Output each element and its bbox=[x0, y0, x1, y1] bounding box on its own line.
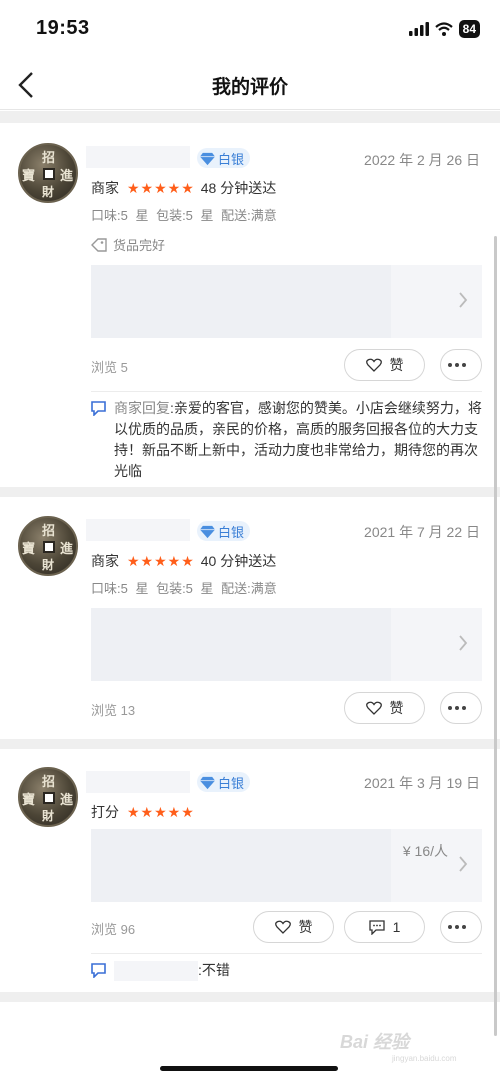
comment-reply: :不错 bbox=[91, 953, 482, 982]
heart-icon bbox=[365, 358, 382, 372]
review-card: 招 進 寶 財 白银 2021 年 3 月 19 日 打分 ★★★★★ ¥ 16… bbox=[0, 749, 500, 992]
watermark: Bai 经验 jingyan.baidu.com bbox=[340, 1028, 456, 1063]
like-label: 赞 bbox=[389, 700, 404, 716]
comment-icon bbox=[368, 919, 385, 935]
avatar[interactable]: 招 進 寶 財 bbox=[18, 767, 78, 827]
level-badge: 白银 bbox=[197, 521, 250, 541]
heart-icon bbox=[365, 701, 382, 715]
section-divider bbox=[0, 739, 500, 749]
delivery-time: 48 分钟送达 bbox=[200, 180, 277, 196]
reply-label: 商家回复 bbox=[114, 400, 170, 416]
more-button[interactable] bbox=[440, 349, 482, 381]
message-icon bbox=[91, 963, 106, 978]
comment-count: 1 bbox=[392, 919, 401, 935]
review-card: 招 進 寶 財 白银 2022 年 2 月 26 日 商家 ★★★★★ 48 分… bbox=[0, 123, 500, 487]
merchant-reply: 商家回复:亲爱的客官，感谢您的赞美。小店会继续努力，将以优质的品质，亲民的价格，… bbox=[91, 391, 482, 482]
star-rating: ★★★★★ bbox=[127, 179, 195, 196]
star-rating: ★★★★★ bbox=[127, 803, 195, 820]
level-badge: 白银 bbox=[197, 772, 250, 792]
reply-content: :亲爱的客官，感谢您的赞美。小店会继续努力，将以优质的品质，亲民的价格，高质的服… bbox=[114, 400, 482, 479]
replier-redacted bbox=[114, 961, 198, 982]
review-date: 2021 年 3 月 19 日 bbox=[364, 775, 480, 791]
goods-link[interactable]: ¥ 16/人 bbox=[91, 829, 482, 902]
home-indicator[interactable] bbox=[160, 1066, 338, 1071]
level-badge-label: 白银 bbox=[218, 524, 245, 540]
level-badge: 白银 bbox=[197, 148, 250, 168]
like-button[interactable]: 赞 bbox=[344, 692, 425, 724]
reply-content: :不错 bbox=[198, 962, 230, 978]
review-card: 招 進 寶 財 白银 2021 年 7 月 22 日 商家 ★★★★★ 40 分… bbox=[0, 497, 500, 739]
chevron-right-icon bbox=[459, 635, 468, 651]
rating-row: 商家 ★★★★★ 40 分钟送达 bbox=[91, 551, 276, 571]
more-button[interactable] bbox=[440, 911, 482, 943]
status-bar: 19:53 84 bbox=[0, 0, 500, 60]
tag-icon bbox=[91, 237, 107, 252]
view-count: 浏览 13 bbox=[91, 703, 136, 718]
more-button[interactable] bbox=[440, 692, 482, 724]
section-divider bbox=[0, 992, 500, 1002]
page-title: 我的评价 bbox=[211, 77, 288, 98]
scrollbar[interactable] bbox=[494, 236, 497, 1036]
chevron-right-icon bbox=[459, 856, 468, 872]
tag-row: 货品完好 bbox=[91, 235, 165, 254]
watermark-sub: jingyan.baidu.com bbox=[392, 1054, 457, 1063]
more-dots-icon bbox=[448, 706, 466, 710]
goods-image-redacted bbox=[91, 265, 391, 338]
sub-scores: 口味:5 星 包装:5 星 配送:满意 bbox=[91, 581, 277, 596]
goods-link[interactable] bbox=[91, 608, 482, 681]
reply-text: 商家回复:亲爱的客官，感谢您的赞美。小店会继续努力，将以优质的品质，亲民的价格，… bbox=[114, 398, 482, 482]
review-date: 2022 年 2 月 26 日 bbox=[364, 152, 480, 168]
level-badge-label: 白银 bbox=[218, 151, 245, 167]
reply-text: :不错 bbox=[114, 960, 482, 982]
username-redacted bbox=[86, 146, 190, 168]
username-redacted bbox=[86, 519, 190, 541]
rating-row: 打分 ★★★★★ bbox=[91, 802, 201, 822]
like-button[interactable]: 赞 bbox=[344, 349, 425, 381]
comment-button[interactable]: 1 bbox=[344, 911, 425, 943]
wifi-icon bbox=[434, 22, 453, 36]
goods-link[interactable] bbox=[91, 265, 482, 338]
price-per-person: ¥ 16/人 bbox=[402, 843, 448, 859]
section-divider bbox=[0, 487, 500, 497]
rating-row: 商家 ★★★★★ 48 分钟送达 bbox=[91, 178, 276, 198]
view-count: 浏览 96 bbox=[91, 922, 136, 937]
tag-label: 货品完好 bbox=[113, 238, 166, 253]
status-icons: 84 bbox=[408, 20, 480, 38]
chevron-right-icon bbox=[459, 292, 468, 308]
heart-icon bbox=[274, 920, 291, 934]
message-icon bbox=[91, 401, 106, 416]
like-label: 赞 bbox=[298, 919, 313, 935]
watermark-main: Bai 经验 bbox=[340, 1032, 410, 1052]
like-button[interactable]: 赞 bbox=[253, 911, 334, 943]
delivery-time: 40 分钟送达 bbox=[200, 553, 277, 569]
battery-icon: 84 bbox=[458, 20, 480, 38]
rating-label: 打分 bbox=[91, 804, 119, 820]
star-rating: ★★★★★ bbox=[127, 552, 195, 569]
signal-icon bbox=[408, 22, 429, 36]
review-date: 2021 年 7 月 22 日 bbox=[364, 524, 480, 540]
nav-bar: 我的评价 bbox=[0, 60, 500, 110]
avatar[interactable]: 招 進 寶 財 bbox=[18, 516, 78, 576]
more-dots-icon bbox=[448, 363, 466, 367]
level-badge-label: 白银 bbox=[218, 775, 245, 791]
username-redacted bbox=[86, 771, 190, 793]
view-count: 浏览 5 bbox=[91, 360, 128, 375]
diamond-icon bbox=[200, 776, 215, 789]
diamond-icon bbox=[200, 525, 215, 538]
section-divider bbox=[0, 111, 500, 123]
goods-image-redacted bbox=[91, 829, 391, 902]
goods-image-redacted bbox=[91, 608, 391, 681]
rating-label: 商家 bbox=[91, 180, 119, 196]
rating-label: 商家 bbox=[91, 553, 119, 569]
diamond-icon bbox=[200, 152, 215, 165]
avatar[interactable]: 招 進 寶 財 bbox=[18, 143, 78, 203]
status-time: 19:53 bbox=[36, 17, 90, 39]
like-label: 赞 bbox=[389, 357, 404, 373]
sub-scores: 口味:5 星 包装:5 星 配送:满意 bbox=[91, 208, 277, 223]
more-dots-icon bbox=[448, 925, 466, 929]
